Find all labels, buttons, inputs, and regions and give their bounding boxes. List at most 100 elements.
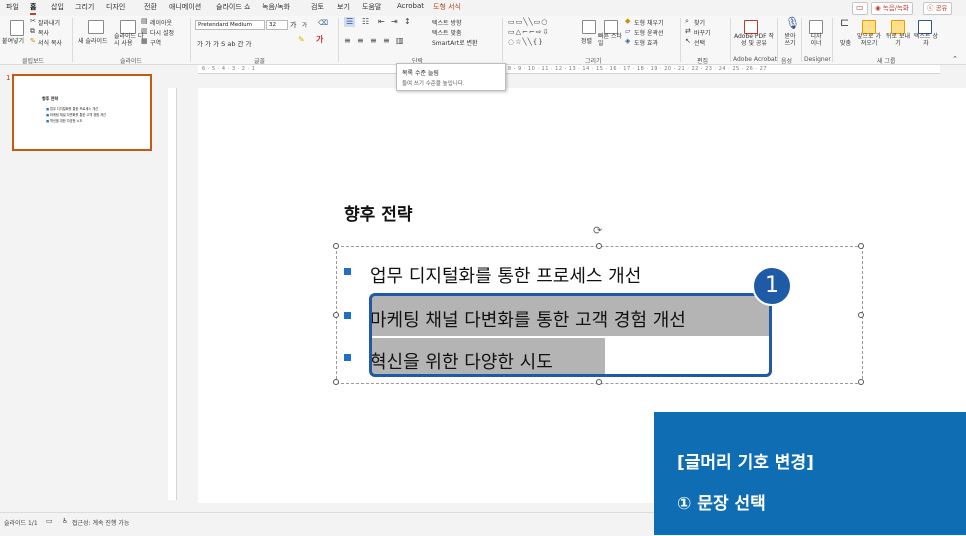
shapes-gallery-row3-icon[interactable]: ◌☆╲╲{} — [508, 37, 544, 47]
designer-button[interactable]: 디자 이너 — [807, 33, 825, 47]
select-button[interactable]: 선택 — [694, 38, 705, 47]
resize-handle[interactable] — [858, 379, 864, 385]
drawing-group-label: 그리기 — [585, 58, 602, 65]
tab-acrobat[interactable]: Acrobat — [397, 2, 424, 10]
font-size-combo[interactable]: 32 — [266, 20, 288, 30]
bullet-marker — [344, 268, 351, 275]
align-objects-icon[interactable]: ⊏ — [840, 17, 849, 28]
reset-button[interactable]: 다시 설정 — [150, 28, 174, 37]
resize-handle[interactable] — [333, 243, 339, 249]
copy-button[interactable]: 복사 — [38, 28, 49, 37]
resize-handle[interactable] — [333, 379, 339, 385]
ruler-left-ticks: 6 · 5 · 4 · 3 · 2 · 1 — [202, 66, 256, 72]
bring-forward-button[interactable]: 앞으로 가져오기 — [856, 33, 882, 47]
align-left-icon[interactable]: ≡ — [344, 36, 351, 46]
replace-button[interactable]: 바꾸기 — [694, 28, 711, 37]
resize-handle[interactable] — [596, 243, 602, 249]
format-painter-button[interactable]: 서식 복사 — [38, 38, 62, 47]
share-button[interactable]: ⓢ 공유 — [923, 2, 952, 15]
send-backward-icon[interactable] — [891, 20, 905, 34]
shape-fill-icon: ◆ — [625, 17, 631, 25]
tab-insert[interactable]: 삽입 — [51, 2, 64, 12]
tab-animations[interactable]: 애니메이션 — [169, 2, 201, 12]
record-button[interactable]: ◉ 녹음/녹화 — [871, 2, 913, 15]
paste-icon[interactable] — [10, 20, 24, 36]
layout-button[interactable]: 레이아웃 — [150, 18, 172, 27]
grow-font-button[interactable]: 가 — [290, 20, 296, 30]
accessibility-status[interactable]: 접근성: 계속 진행 가능 — [72, 518, 129, 527]
smartart-button[interactable]: SmartArt로 변환 — [432, 38, 478, 47]
resize-handle[interactable] — [333, 312, 339, 318]
tab-file[interactable]: 파일 — [6, 2, 19, 12]
justify-icon[interactable]: ≡ — [383, 36, 390, 46]
shape-effects-button[interactable]: 도형 효과 — [634, 38, 658, 47]
tab-transitions[interactable]: 전환 — [144, 2, 157, 12]
tab-view[interactable]: 보기 — [337, 2, 350, 12]
bullets-icon[interactable]: ☰ — [344, 17, 356, 27]
shape-outline-button[interactable]: 도형 윤곽선 — [634, 28, 664, 37]
designer-icon[interactable] — [809, 20, 823, 34]
collapse-ribbon-icon[interactable]: ⌃ — [952, 54, 958, 64]
highlight-icon[interactable]: ✎ — [298, 35, 305, 45]
resize-handle[interactable] — [596, 379, 602, 385]
shape-fill-button[interactable]: 도형 채우기 — [634, 18, 664, 27]
textbox-icon[interactable] — [918, 20, 932, 34]
resize-handle[interactable] — [858, 243, 864, 249]
shapes-gallery-icon[interactable]: ▭▭╲╲▭○ — [508, 17, 548, 27]
quick-styles-button[interactable]: 빠른 스타일 — [598, 33, 624, 47]
font-format-row[interactable]: 가 가 가 S ab 간 가 — [197, 38, 252, 48]
tab-slideshow[interactable]: 슬라이드 쇼 — [216, 2, 250, 12]
align-text-button[interactable]: 텍스트 맞춤 — [432, 28, 462, 37]
clear-format-icon[interactable]: ⌫ — [318, 18, 328, 28]
increase-indent-icon[interactable]: ⇥ — [391, 17, 398, 27]
accessibility-icon[interactable]: ♿ — [62, 517, 68, 525]
align-objects-button[interactable]: 맞춤 — [840, 38, 851, 47]
bring-forward-icon[interactable] — [862, 20, 876, 34]
align-center-icon[interactable]: ≡ — [357, 36, 364, 46]
shrink-font-button[interactable]: 가 — [302, 21, 307, 29]
instruction-heading: [글머리 기호 변경] — [677, 453, 814, 473]
shapes-gallery-row2-icon[interactable]: ▭△⌐⌐⇨⇩ — [508, 27, 549, 37]
decrease-indent-icon[interactable]: ⇤ — [378, 17, 385, 27]
horizontal-ruler[interactable]: 6 · 5 · 4 · 3 · 2 · 1 8 · 9 · 10 · 11 · … — [198, 65, 940, 74]
adobe-pdf-icon[interactable] — [744, 20, 758, 34]
columns-icon[interactable]: ▥ — [396, 36, 404, 46]
rotate-handle-icon[interactable]: ⟳ — [593, 224, 602, 237]
font-color-icon[interactable]: 가 — [316, 35, 323, 45]
arrange-icon[interactable] — [582, 20, 596, 34]
tab-home[interactable]: 홈 — [30, 2, 37, 15]
arrange-button[interactable]: 정렬 — [581, 36, 592, 45]
new-slide-icon[interactable] — [88, 20, 104, 34]
reuse-slide-icon[interactable] — [120, 20, 136, 34]
tab-help[interactable]: 도움말 — [362, 2, 381, 12]
select-icon: ↖ — [685, 37, 691, 45]
create-pdf-button[interactable]: Adobe PDF 작성 및 공유 — [734, 33, 774, 47]
slide-thumbnail[interactable]: 향후 전략 업무 디지털화를 통한 프로세스 개선 마케팅 채널 다변화를 통한… — [12, 74, 152, 151]
tab-shape-format[interactable]: 도형 서식 — [433, 2, 461, 12]
dictate-button[interactable]: 받아 쓰기 — [781, 33, 799, 47]
bullet-text-1[interactable]: 업무 디지털화를 통한 프로세스 개선 — [370, 262, 641, 288]
send-backward-button[interactable]: 뒤로 보내기 — [886, 33, 910, 47]
tab-record[interactable]: 녹음/녹화 — [262, 2, 290, 12]
numbering-icon[interactable]: ☷ — [362, 17, 369, 27]
microphone-icon[interactable]: 🎙 — [785, 17, 800, 29]
tab-draw[interactable]: 그리기 — [75, 2, 94, 12]
resize-handle[interactable] — [858, 312, 864, 318]
notes-icon[interactable]: ▭ — [46, 517, 53, 525]
quick-styles-icon[interactable] — [604, 20, 618, 34]
slide-title[interactable]: 향후 전략 — [344, 200, 412, 225]
section-button[interactable]: 구역 — [150, 38, 161, 47]
align-right-icon[interactable]: ≡ — [370, 36, 377, 46]
find-button[interactable]: 찾기 — [694, 18, 705, 27]
new-slide-button[interactable]: 새 슬라이드 — [78, 36, 108, 45]
cut-button[interactable]: 잘라내기 — [38, 18, 60, 27]
comments-button[interactable]: ▭ — [852, 2, 868, 15]
font-name-combo[interactable]: Pretendard Medium — [195, 20, 265, 30]
tab-review[interactable]: 검토 — [311, 2, 324, 12]
textbox-button[interactable]: 텍스트 상자 — [914, 33, 938, 47]
paste-button[interactable]: 붙여넣기 — [2, 36, 24, 45]
line-spacing-icon[interactable]: ↕ — [404, 17, 411, 27]
vertical-ruler[interactable] — [168, 88, 177, 500]
tab-design[interactable]: 디자인 — [106, 2, 125, 12]
text-direction-button[interactable]: 텍스트 방향 — [432, 18, 462, 27]
